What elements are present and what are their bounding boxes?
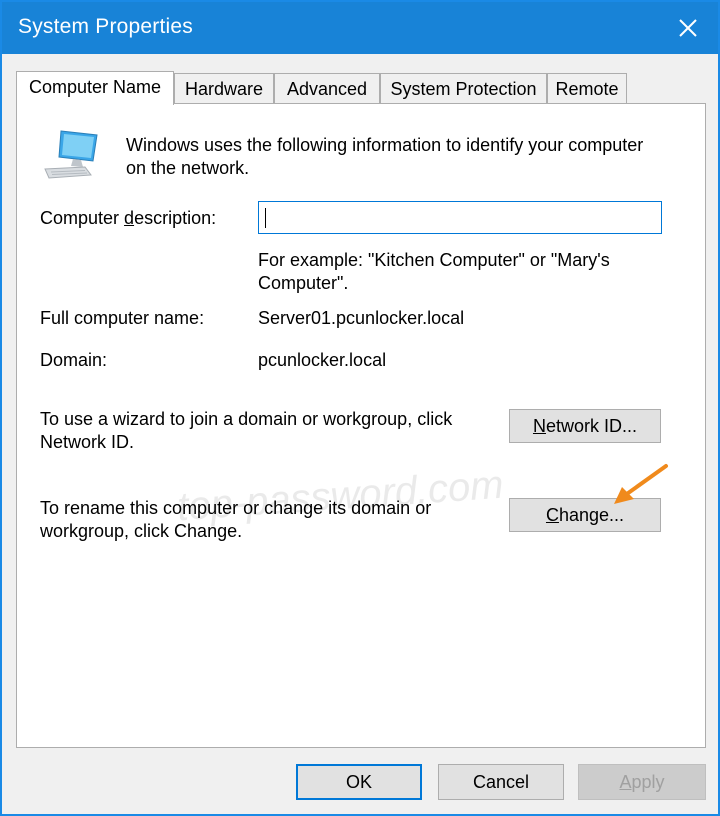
- network-id-text-line1: To use a wizard to join a domain or work…: [40, 409, 453, 429]
- rename-text-line1: To rename this computer or change its do…: [40, 498, 432, 518]
- tab-advanced[interactable]: Advanced: [274, 73, 380, 103]
- network-id-text-line2: Network ID.: [40, 432, 135, 452]
- cancel-button[interactable]: Cancel: [438, 764, 564, 800]
- domain-value: pcunlocker.local: [258, 350, 387, 370]
- tab-system-protection[interactable]: System Protection: [380, 73, 547, 103]
- orange-arrow-icon: [614, 464, 668, 504]
- description-hint-line2: Computer".: [258, 273, 349, 293]
- close-icon: [679, 19, 697, 37]
- computer-description-input[interactable]: [258, 201, 662, 234]
- title-bar[interactable]: System Properties: [2, 2, 718, 54]
- intro-text-line1: Windows uses the following information t…: [126, 135, 644, 155]
- computer-description-label: Computer description:: [40, 208, 217, 228]
- rename-text-line2: workgroup, click Change.: [40, 521, 243, 541]
- text-caret: [265, 208, 266, 228]
- computer-icon: [44, 130, 98, 179]
- description-hint-line1: For example: "Kitchen Computer" or "Mary…: [258, 250, 610, 270]
- network-id-button[interactable]: Network ID...: [509, 409, 661, 443]
- tab-computer-name[interactable]: Computer Name: [16, 71, 174, 105]
- computer-name-panel: Windows uses the following information t…: [16, 103, 706, 748]
- intro-text-line2: on the network.: [126, 158, 250, 178]
- apply-button[interactable]: Apply: [578, 764, 706, 800]
- domain-label: Domain:: [40, 350, 108, 370]
- tab-remote[interactable]: Remote: [547, 73, 627, 103]
- full-name-label: Full computer name:: [40, 308, 205, 328]
- ok-button[interactable]: OK: [296, 764, 422, 800]
- close-button[interactable]: [658, 2, 718, 54]
- window-title: System Properties: [18, 15, 193, 38]
- system-properties-window: System Properties Computer Name Hardware…: [0, 0, 720, 816]
- tab-hardware[interactable]: Hardware: [174, 73, 274, 103]
- full-name-value: Server01.pcunlocker.local: [258, 308, 465, 328]
